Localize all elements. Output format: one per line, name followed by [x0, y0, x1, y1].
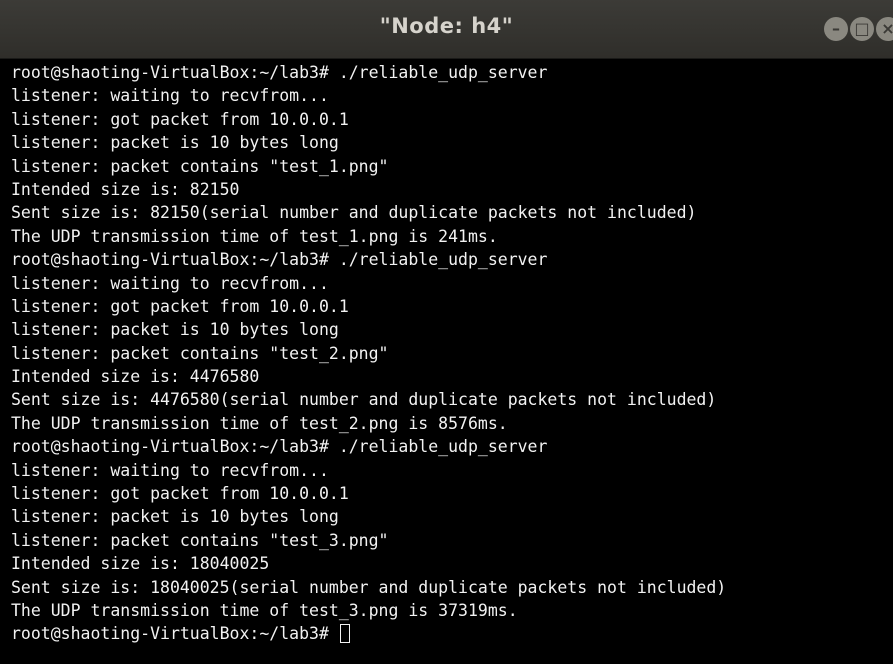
terminal-line: listener: packet contains "test_3.png"	[11, 530, 389, 550]
terminal-window: "Node: h4" – □ × root@shaoting-VirtualBo…	[0, 0, 893, 664]
close-button[interactable]: ×	[876, 17, 893, 41]
terminal-line: listener: got packet from 10.0.0.1	[11, 484, 349, 504]
shell-prompt: root@shaoting-VirtualBox:~/lab3#	[11, 624, 339, 644]
maximize-button[interactable]: □	[850, 17, 874, 41]
terminal-prompt-line[interactable]: root@shaoting-VirtualBox:~/lab3#	[11, 622, 891, 645]
terminal-line: listener: got packet from 10.0.0.1	[11, 296, 349, 316]
terminal-line: listener: packet contains "test_2.png"	[11, 343, 389, 363]
terminal-cursor	[339, 624, 350, 644]
terminal-line: root@shaoting-VirtualBox:~/lab3# ./relia…	[11, 63, 548, 82]
terminal-line: The UDP transmission time of test_3.png …	[11, 600, 518, 620]
terminal-line: Sent size is: 4476580(serial number and …	[11, 390, 717, 410]
title-bar[interactable]: "Node: h4" – □ ×	[0, 0, 893, 59]
terminal-line: listener: packet is 10 bytes long	[11, 507, 339, 527]
terminal-line: Intended size is: 4476580	[11, 367, 260, 387]
terminal-line: listener: waiting to recvfrom...	[11, 460, 329, 480]
terminal-line: The UDP transmission time of test_2.png …	[11, 413, 508, 433]
terminal-line: root@shaoting-VirtualBox:~/lab3# ./relia…	[11, 250, 548, 270]
terminal-line: listener: packet is 10 bytes long	[11, 133, 339, 153]
terminal-area[interactable]: root@shaoting-VirtualBox:~/lab3# ./relia…	[0, 59, 893, 664]
terminal-output: root@shaoting-VirtualBox:~/lab3# ./relia…	[11, 61, 891, 646]
minimize-button[interactable]: –	[824, 17, 848, 41]
terminal-line: The UDP transmission time of test_1.png …	[11, 226, 498, 246]
terminal-line: root@shaoting-VirtualBox:~/lab3# ./relia…	[11, 437, 548, 457]
terminal-line: Intended size is: 82150	[11, 179, 240, 199]
terminal-line: listener: got packet from 10.0.0.1	[11, 109, 349, 129]
terminal-line: Intended size is: 18040025	[11, 554, 270, 574]
terminal-line: listener: waiting to recvfrom...	[11, 273, 329, 293]
terminal-line: Sent size is: 18040025(serial number and…	[11, 577, 727, 597]
terminal-line: listener: packet is 10 bytes long	[11, 320, 339, 340]
terminal-line: Sent size is: 82150(serial number and du…	[11, 203, 697, 223]
window-title: "Node: h4"	[379, 14, 514, 38]
terminal-line: listener: packet contains "test_1.png"	[11, 156, 389, 176]
terminal-line: listener: waiting to recvfrom...	[11, 86, 329, 106]
